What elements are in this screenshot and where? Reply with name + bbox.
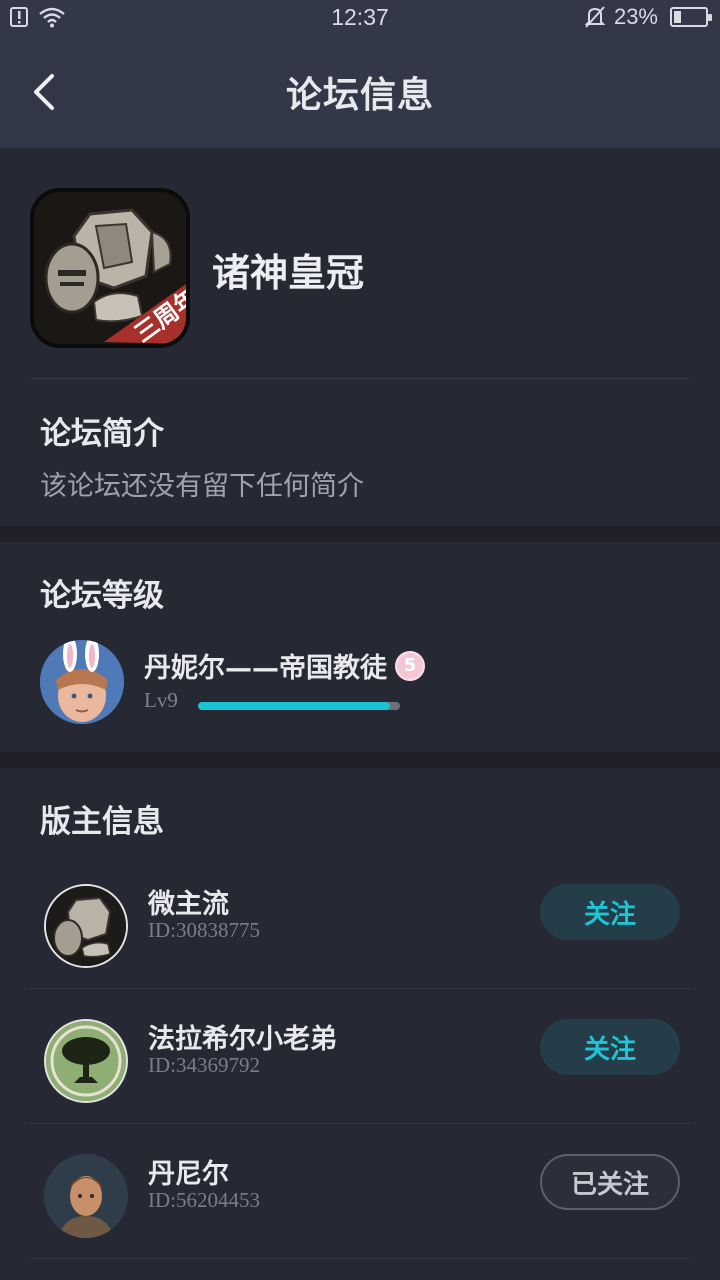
forum-game-icon: 三周年: [30, 188, 190, 348]
moderators-title: 版主信息: [40, 804, 164, 840]
armor-avatar-icon: [46, 886, 126, 966]
moderator-avatar[interactable]: [44, 1019, 128, 1103]
armor-icon: 三周年: [34, 192, 186, 344]
moderator-name: 法拉希尔小老弟: [148, 1024, 337, 1055]
bunny-girl-avatar-icon: [40, 640, 124, 724]
moderators-section: 版主信息 微主流 ID:30838775 关注 法拉希尔小老弟 ID:34369…: [0, 768, 720, 1280]
tree-avatar-icon: [46, 1021, 126, 1101]
battery-percent: 23%: [613, 4, 658, 29]
moderator-name: 丹尼尔: [148, 1159, 229, 1190]
level-progress-bar: [198, 702, 400, 710]
moderator-id: ID:34369792: [148, 1053, 260, 1077]
moderator-id: ID:56204453: [148, 1188, 260, 1212]
intro-title: 论坛简介: [40, 416, 164, 452]
status-icons-right: 23%: [584, 4, 712, 30]
level-user-name-text: 丹妮尔——帝国教徒: [144, 653, 387, 684]
moderator-row[interactable]: 法拉希尔小老弟 ID:34369792 关注: [30, 989, 690, 1124]
level-badge: 5: [395, 650, 425, 681]
followed-button[interactable]: 已关注: [540, 1154, 680, 1210]
forum-name: 诸神皇冠: [212, 251, 365, 295]
level-title: 论坛等级: [40, 578, 164, 614]
battery-icon: [670, 7, 712, 27]
section-divider: [0, 752, 720, 768]
mute-bell-icon: [584, 6, 606, 28]
user-avatar[interactable]: [40, 640, 124, 724]
row-divider: [30, 1258, 690, 1259]
status-bar: 12:37 23%: [0, 0, 720, 36]
level-progress-fill: [198, 702, 390, 710]
follow-button[interactable]: 关注: [540, 884, 680, 940]
moderator-row[interactable]: 丹尼尔 ID:56204453 已关注: [30, 1124, 690, 1259]
forum-info-section: 三周年 诸神皇冠 论坛简介 该论坛还没有留下任何简介: [0, 148, 720, 526]
knight-portrait-avatar-icon: [44, 1154, 128, 1238]
follow-button[interactable]: 关注: [540, 1019, 680, 1075]
level-user-name: 丹妮尔——帝国教徒 5: [144, 646, 425, 685]
navigation-bar: 论坛信息: [0, 36, 720, 148]
forum-level-section: 论坛等级 丹妮尔——帝国教徒 5 Lv9: [0, 542, 720, 752]
battery-fill: [674, 11, 681, 23]
intro-text: 该论坛还没有留下任何简介: [40, 471, 364, 502]
level-label: Lv9: [144, 688, 178, 712]
moderator-id: ID:30838775: [148, 918, 260, 942]
moderator-name: 微主流: [148, 889, 229, 920]
moderator-row[interactable]: 微主流 ID:30838775 关注: [30, 854, 690, 989]
moderator-avatar[interactable]: [44, 1154, 128, 1238]
divider: [30, 378, 690, 379]
moderator-avatar[interactable]: [44, 884, 128, 968]
page-title: 论坛信息: [285, 75, 434, 116]
section-divider: [0, 526, 720, 542]
